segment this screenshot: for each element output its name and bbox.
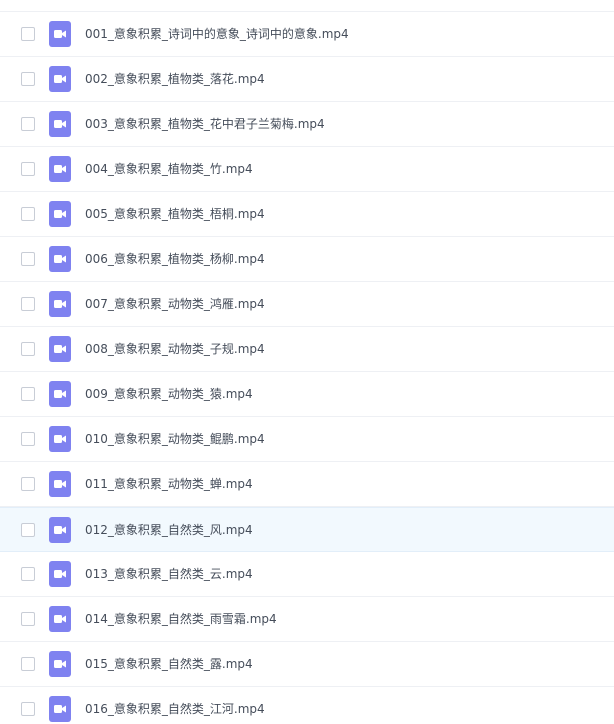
video-file-icon bbox=[49, 66, 71, 92]
file-name[interactable]: 005_意象积累_植物类_梧桐.mp4 bbox=[85, 206, 265, 222]
file-name[interactable]: 001_意象积累_诗词中的意象_诗词中的意象.mp4 bbox=[85, 26, 349, 42]
video-file-icon bbox=[49, 561, 71, 587]
row-checkbox[interactable] bbox=[21, 477, 35, 491]
video-file-icon bbox=[49, 426, 71, 452]
file-name[interactable]: 013_意象积累_自然类_云.mp4 bbox=[85, 566, 253, 582]
row-checkbox[interactable] bbox=[21, 432, 35, 446]
file-row[interactable] bbox=[0, 0, 614, 12]
file-name[interactable]: 006_意象积累_植物类_杨柳.mp4 bbox=[85, 251, 265, 267]
video-file-icon bbox=[49, 246, 71, 272]
file-name[interactable]: 010_意象积累_动物类_鲲鹏.mp4 bbox=[85, 431, 265, 447]
file-name[interactable]: 014_意象积累_自然类_雨雪霜.mp4 bbox=[85, 611, 277, 627]
file-row[interactable]: 005_意象积累_植物类_梧桐.mp4 bbox=[0, 192, 614, 237]
file-row[interactable]: 006_意象积累_植物类_杨柳.mp4 bbox=[0, 237, 614, 282]
file-row[interactable]: 008_意象积累_动物类_子规.mp4 bbox=[0, 327, 614, 372]
video-file-icon bbox=[49, 516, 71, 543]
row-checkbox[interactable] bbox=[21, 702, 35, 716]
row-checkbox[interactable] bbox=[21, 522, 35, 537]
row-checkbox[interactable] bbox=[21, 162, 35, 176]
file-name[interactable]: 008_意象积累_动物类_子规.mp4 bbox=[85, 341, 265, 357]
file-name[interactable]: 016_意象积累_自然类_江河.mp4 bbox=[85, 701, 265, 717]
file-row[interactable]: 013_意象积累_自然类_云.mp4 bbox=[0, 552, 614, 597]
file-name[interactable]: 009_意象积累_动物类_猿.mp4 bbox=[85, 386, 253, 402]
video-file-icon bbox=[49, 696, 71, 722]
video-file-icon bbox=[49, 21, 71, 47]
file-row[interactable]: 014_意象积累_自然类_雨雪霜.mp4 bbox=[0, 597, 614, 642]
video-file-icon bbox=[49, 336, 71, 362]
row-checkbox[interactable] bbox=[21, 72, 35, 86]
file-name[interactable]: 004_意象积累_植物类_竹.mp4 bbox=[85, 161, 253, 177]
file-name[interactable]: 003_意象积累_植物类_花中君子兰菊梅.mp4 bbox=[85, 116, 325, 132]
row-checkbox[interactable] bbox=[21, 657, 35, 671]
row-checkbox[interactable] bbox=[21, 387, 35, 401]
video-file-icon bbox=[49, 606, 71, 632]
file-row[interactable]: 001_意象积累_诗词中的意象_诗词中的意象.mp4 bbox=[0, 12, 614, 57]
row-checkbox[interactable] bbox=[21, 612, 35, 626]
video-file-icon bbox=[49, 471, 71, 497]
file-name[interactable]: 015_意象积累_自然类_露.mp4 bbox=[85, 656, 253, 672]
video-file-icon bbox=[49, 381, 71, 407]
file-row[interactable]: 009_意象积累_动物类_猿.mp4 bbox=[0, 372, 614, 417]
file-row[interactable]: 003_意象积累_植物类_花中君子兰菊梅.mp4 bbox=[0, 102, 614, 147]
file-name[interactable]: 002_意象积累_植物类_落花.mp4 bbox=[85, 71, 265, 87]
row-checkbox[interactable] bbox=[21, 117, 35, 131]
row-checkbox[interactable] bbox=[21, 297, 35, 311]
video-file-icon bbox=[49, 651, 71, 677]
file-row[interactable]: 002_意象积累_植物类_落花.mp4 bbox=[0, 57, 614, 102]
row-checkbox[interactable] bbox=[21, 252, 35, 266]
file-row[interactable]: 011_意象积累_动物类_蝉.mp4 bbox=[0, 462, 614, 507]
video-file-icon bbox=[49, 156, 71, 182]
file-row[interactable]: 016_意象积累_自然类_江河.mp4 bbox=[0, 687, 614, 724]
video-file-icon bbox=[49, 111, 71, 137]
video-file-icon bbox=[49, 291, 71, 317]
row-checkbox[interactable] bbox=[21, 342, 35, 356]
row-checkbox[interactable] bbox=[21, 27, 35, 41]
row-checkbox[interactable] bbox=[21, 207, 35, 221]
video-file-icon bbox=[49, 201, 71, 227]
file-name[interactable]: 011_意象积累_动物类_蝉.mp4 bbox=[85, 476, 253, 492]
file-list: 001_意象积累_诗词中的意象_诗词中的意象.mp4 002_意象积累_植物类_… bbox=[0, 0, 614, 724]
file-name[interactable]: 012_意象积累_自然类_风.mp4 bbox=[85, 522, 253, 538]
file-row[interactable]: 010_意象积累_动物类_鲲鹏.mp4 bbox=[0, 417, 614, 462]
row-checkbox[interactable] bbox=[21, 567, 35, 581]
file-list-rows: 001_意象积累_诗词中的意象_诗词中的意象.mp4 002_意象积累_植物类_… bbox=[0, 0, 614, 724]
file-row[interactable]: 015_意象积累_自然类_露.mp4 bbox=[0, 642, 614, 687]
file-row-hovered[interactable]: 012_意象积累_自然类_风.mp4 bbox=[0, 507, 614, 552]
file-row[interactable]: 004_意象积累_植物类_竹.mp4 bbox=[0, 147, 614, 192]
file-name[interactable]: 007_意象积累_动物类_鸿雁.mp4 bbox=[85, 296, 265, 312]
file-row[interactable]: 007_意象积累_动物类_鸿雁.mp4 bbox=[0, 282, 614, 327]
